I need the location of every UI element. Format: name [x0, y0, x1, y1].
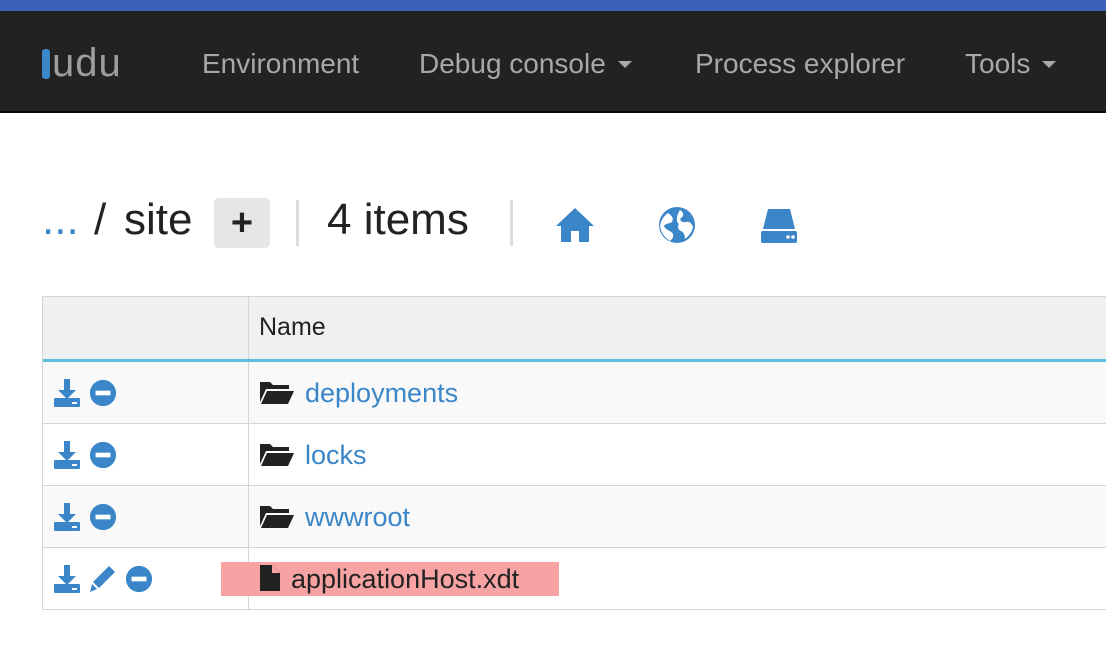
file-link[interactable]: applicationHost.xdt	[291, 564, 519, 594]
table-header: Name	[43, 297, 1106, 362]
nav-tools-label: Tools	[965, 48, 1031, 79]
caret-down-icon	[1042, 61, 1057, 68]
folder-open-icon	[260, 506, 294, 528]
remove-icon[interactable]	[125, 564, 153, 594]
row-name[interactable]: deployments	[259, 376, 458, 410]
items-count: 4 items	[327, 195, 469, 244]
add-item-button[interactable]: +	[214, 198, 270, 248]
folder-open-icon	[260, 444, 294, 466]
download-icon[interactable]	[53, 440, 81, 470]
nav-process-explorer[interactable]: Process explorer	[695, 47, 905, 81]
download-icon[interactable]	[53, 564, 81, 594]
nav-process-explorer-label: Process explorer	[695, 48, 906, 79]
row-name[interactable]: applicationHost.xdt	[259, 562, 519, 596]
breadcrumb-current: site	[124, 195, 193, 244]
folder-link[interactable]: deployments	[305, 378, 458, 408]
nav-tools[interactable]: Tools	[965, 47, 1057, 81]
remove-icon[interactable]	[89, 378, 117, 408]
drive-icon[interactable]	[758, 204, 800, 246]
brand-text: udu	[52, 41, 122, 85]
caret-down-icon	[617, 61, 632, 68]
edit-icon[interactable]	[89, 564, 117, 594]
kudu-logo-icon	[42, 49, 50, 79]
divider	[296, 200, 299, 246]
globe-icon[interactable]	[656, 204, 698, 246]
divider	[510, 200, 513, 246]
breadcrumb-separator: /	[94, 195, 107, 244]
file-table: Name deployments locks wwwroot applicati…	[42, 296, 1106, 610]
nav-debug-console-label: Debug console	[419, 48, 606, 79]
folder-open-icon	[260, 382, 294, 404]
remove-icon[interactable]	[89, 502, 117, 532]
top-navbar: udu Environment Debug console Process ex…	[0, 11, 1106, 113]
brand-logo[interactable]: udu	[42, 39, 122, 87]
table-row: applicationHost.xdt	[43, 548, 1106, 610]
folder-link[interactable]: locks	[305, 440, 367, 470]
column-divider	[248, 424, 249, 485]
row-name[interactable]: wwwroot	[259, 500, 410, 534]
column-divider	[248, 297, 249, 359]
download-icon[interactable]	[53, 502, 81, 532]
table-row: locks	[43, 424, 1106, 486]
top-accent-bar	[0, 0, 1106, 11]
header-name[interactable]: Name	[259, 313, 326, 342]
download-icon[interactable]	[53, 378, 81, 408]
file-icon	[260, 565, 280, 591]
nav-environment[interactable]: Environment	[202, 47, 359, 81]
remove-icon[interactable]	[89, 440, 117, 470]
row-name[interactable]: locks	[259, 438, 367, 472]
folder-link[interactable]: wwwroot	[305, 502, 410, 532]
nav-environment-label: Environment	[202, 48, 360, 79]
table-row: wwwroot	[43, 486, 1106, 548]
column-divider	[248, 486, 249, 547]
breadcrumb-parent-link[interactable]: ...	[42, 190, 79, 250]
home-icon[interactable]	[554, 204, 596, 246]
table-row: deployments	[43, 362, 1106, 424]
column-divider	[248, 362, 249, 423]
nav-debug-console[interactable]: Debug console	[419, 47, 632, 81]
